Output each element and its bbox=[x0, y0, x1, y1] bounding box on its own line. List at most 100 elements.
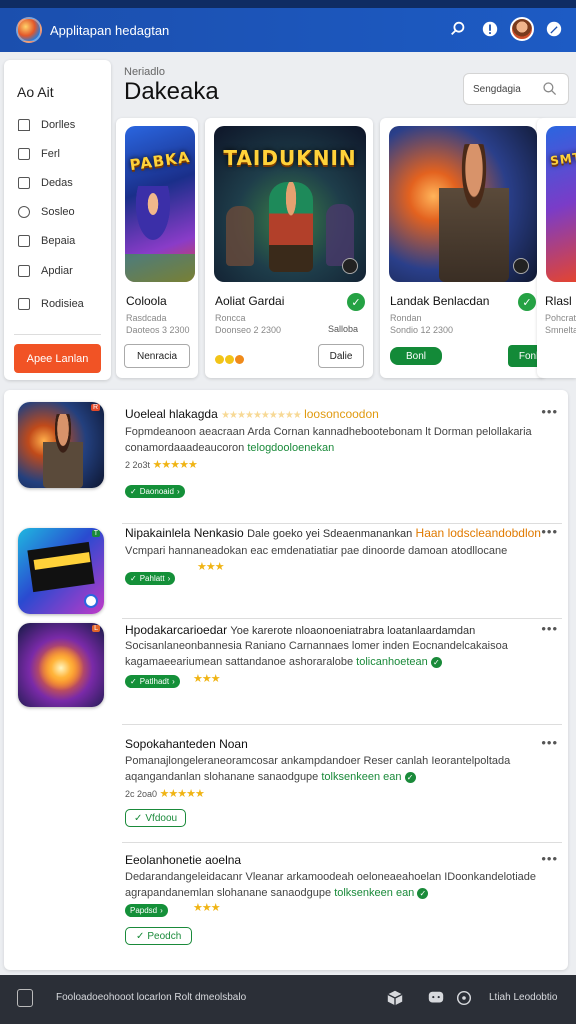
featured-card[interactable]: Landak Benlacdan ✓ Rondan Sondio 12 2300… bbox=[380, 118, 546, 378]
character-figure bbox=[326, 204, 354, 266]
help-icon[interactable] bbox=[455, 989, 473, 1007]
check-icon: ✓ bbox=[136, 930, 145, 942]
rating-stars: ★★★ bbox=[193, 902, 221, 914]
gamepad-icon bbox=[18, 235, 30, 247]
search-icon[interactable] bbox=[542, 81, 558, 97]
card-title: Landak Benlacdan bbox=[390, 294, 490, 308]
card-action-button[interactable]: Nenracia bbox=[124, 344, 190, 368]
rating-stars: ★★★★★ bbox=[159, 788, 205, 800]
rating-stars: ★★★ bbox=[193, 673, 221, 685]
install-button[interactable]: ✓ Vfdoou bbox=[125, 809, 187, 827]
game-thumbnail: L bbox=[18, 623, 104, 707]
list-item-description: kagamaeeariumean sattandanoe ashoraralob… bbox=[125, 654, 540, 670]
game-art-title: SMT bbox=[549, 149, 576, 169]
check-icon: ✓ bbox=[134, 812, 143, 824]
notification-icon[interactable] bbox=[478, 17, 502, 41]
description-text: agrapandanemlan slohanane sanaodgupe bbox=[125, 887, 332, 899]
explosion bbox=[38, 645, 84, 691]
ground bbox=[125, 254, 195, 282]
sidebar-item-games[interactable]: Bepaia bbox=[18, 232, 75, 250]
card-meta-line: Smnelta bbox=[545, 325, 576, 335]
more-options-button[interactable]: ••• bbox=[541, 851, 558, 866]
list-item-description: aqangandanlan slohanane sanaodgupe tolks… bbox=[125, 769, 540, 785]
description-link[interactable]: telogdooloenekan bbox=[247, 442, 334, 454]
game-list: R Uoeleal hlakagda ★★★★★★★★★★ loosoncood… bbox=[4, 390, 568, 970]
list-item-meta: 2c 2oa0 ★★★★★ bbox=[125, 787, 205, 800]
game-artwork: PABKA bbox=[125, 126, 195, 282]
sidebar-divider bbox=[14, 334, 101, 335]
pill-label: Pahlatt bbox=[139, 574, 165, 583]
featured-card[interactable]: TAIDUKNIN Aoliat Gardai ✓ Roncca Doonseo… bbox=[205, 118, 373, 378]
sidebar-item-social[interactable]: Sosleo bbox=[18, 203, 75, 221]
description-link[interactable]: tolicanhoetean bbox=[356, 656, 428, 668]
verified-icon: ✓ bbox=[430, 656, 442, 668]
featured-card[interactable]: SMT Rlasl Pohcrato Smnelta bbox=[537, 118, 576, 378]
list-item-meta: 2 2o3t ★★★★★ bbox=[125, 458, 198, 471]
title-text: Uoeleal hlakagda bbox=[125, 407, 218, 421]
app-title: Applitapan hedagtan bbox=[50, 22, 170, 38]
character-figure bbox=[439, 144, 509, 282]
description-link[interactable]: tolksenkeen ean bbox=[321, 771, 401, 783]
search-icon[interactable] bbox=[446, 17, 470, 41]
sidebar-item-settings[interactable]: Rodisiea bbox=[18, 295, 84, 313]
download-button[interactable]: Papdsd › bbox=[125, 904, 168, 917]
pill-label: Vfdoou bbox=[145, 812, 178, 824]
list-item-description: Socisanlaneonbannesia Raniano Carnannaes… bbox=[125, 640, 508, 652]
coins-icon bbox=[215, 351, 245, 369]
character-figure bbox=[269, 182, 313, 272]
user-avatar[interactable] bbox=[510, 17, 534, 41]
sidebar-item-library[interactable]: Ferl bbox=[18, 145, 60, 163]
package-icon[interactable] bbox=[386, 989, 404, 1007]
list-item-description: conamordaaadeaucoron telogdooloenekan bbox=[125, 440, 540, 456]
more-options-button[interactable]: ••• bbox=[541, 404, 558, 419]
list-item-title: Hpodakarcarioedar Yoe karerote nloaonoen… bbox=[125, 623, 475, 637]
divider bbox=[122, 842, 562, 843]
more-options-button[interactable]: ••• bbox=[541, 621, 558, 636]
description-link[interactable]: tolksenkeen ean bbox=[334, 887, 414, 899]
settings-icon[interactable] bbox=[542, 17, 566, 41]
title-extra: Yoe karerote nloaonoeniatrabra loatanlaa… bbox=[230, 625, 476, 637]
sidebar-item-stats[interactable]: Apdiar bbox=[18, 262, 73, 280]
app-logo-icon[interactable] bbox=[16, 17, 42, 43]
top-app-bar: Applitapan hedagtan bbox=[0, 8, 576, 52]
download-button[interactable]: ✓ Daonoaid › bbox=[125, 485, 185, 498]
search-input[interactable] bbox=[473, 83, 543, 95]
card-title: Aoliat Gardai bbox=[215, 294, 285, 308]
check-icon: ✓ bbox=[130, 574, 137, 583]
publisher-icon bbox=[84, 594, 98, 608]
card-secondary-button[interactable]: Bonl bbox=[390, 347, 442, 365]
list-item-title: Sopokahanteden Noan bbox=[125, 737, 248, 751]
document-icon[interactable] bbox=[17, 989, 33, 1007]
more-options-button[interactable]: ••• bbox=[541, 735, 558, 750]
meta-text: 2 2o3t bbox=[125, 460, 151, 470]
chart-icon bbox=[18, 265, 30, 277]
featured-card[interactable]: PABKA Coloola Rasdcada Daoteos 3 2300 Ne… bbox=[116, 118, 198, 378]
list-item-description: agrapandanemlan slohanane sanaodgupe tol… bbox=[125, 885, 540, 901]
game-artwork bbox=[389, 126, 537, 282]
verified-icon: ✓ bbox=[404, 771, 416, 783]
download-button[interactable]: ✓ Patlhadt › bbox=[125, 675, 180, 688]
download-button[interactable]: ✓ Pahlatt › bbox=[125, 572, 176, 585]
bottom-bar-text: Fooloadoeohooot locarlon Rolt dmeolsbalo bbox=[56, 992, 247, 1003]
sidebar-item-label: Bepaia bbox=[41, 235, 76, 247]
search-box[interactable] bbox=[463, 73, 569, 105]
card-action-button[interactable]: Dalie bbox=[318, 344, 364, 368]
chevron-icon: › bbox=[160, 906, 163, 915]
card-meta: Rasdcada Daoteos 3 2300 bbox=[126, 312, 190, 336]
sidebar-item-label: Sosleo bbox=[41, 206, 75, 218]
game-art-title: TAIDUKNIN bbox=[223, 146, 357, 170]
card-meta: Rondan Sondio 12 2300 bbox=[390, 312, 453, 336]
card-meta-line: Doonseo 2 2300 bbox=[215, 325, 282, 335]
page-title: Dakeaka bbox=[124, 78, 219, 105]
page-subtitle: Neriadlo bbox=[124, 66, 165, 78]
avatar bbox=[510, 17, 534, 41]
more-options-button[interactable]: ••• bbox=[541, 524, 558, 539]
chat-icon[interactable] bbox=[427, 989, 445, 1007]
list-item-meta: ★★★ bbox=[197, 560, 225, 573]
sidebar-item-calendar[interactable]: Dedas bbox=[18, 174, 73, 192]
list-item-description: Pomanajlongeleraneoramcosar ankampdandoe… bbox=[125, 755, 511, 767]
card-meta-line: Rasdcada bbox=[126, 313, 167, 323]
sidebar-cta-button[interactable]: Apee Lanlan bbox=[14, 344, 101, 373]
install-button[interactable]: ✓ Peodch bbox=[125, 927, 193, 945]
sidebar-item-home[interactable]: Dorlles bbox=[18, 116, 75, 134]
